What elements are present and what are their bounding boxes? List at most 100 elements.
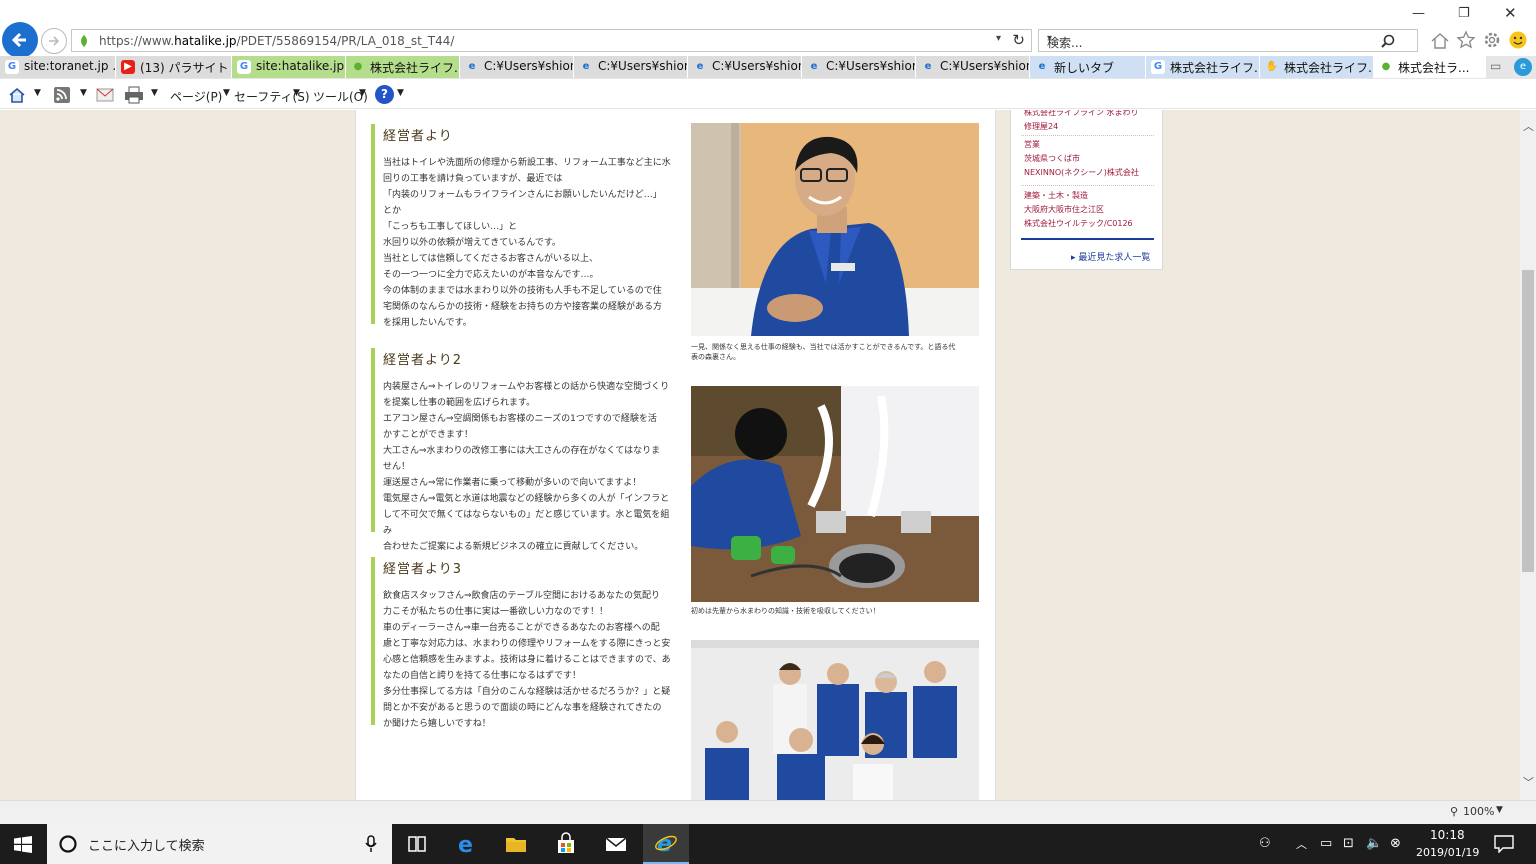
google-icon: G [237,60,251,74]
battery-icon[interactable]: ▭ [1320,836,1332,851]
task-view-icon[interactable] [405,832,429,856]
tab-10[interactable]: G 株式会社ライフ... [1146,56,1260,78]
home-icon[interactable] [1430,31,1450,51]
restore-icon[interactable]: ❐ [1458,6,1470,21]
tab-1[interactable]: ▶ (13) パラサイト イ... [116,56,232,78]
page-menu[interactable]: ページ(P) [170,88,222,105]
google-icon: G [1151,60,1165,74]
hand-icon: ✋ [1265,61,1279,72]
settings-gear-icon[interactable] [1482,30,1502,50]
recent-job-link[interactable]: 建築・土木・製造 大阪府大阪市住之江区 株式会社ウイルテック/C0126 [1024,189,1133,231]
forward-arrow-icon [49,36,60,46]
home-icon[interactable] [8,86,26,104]
tab-7[interactable]: e C:¥Users¥shion... [802,56,916,78]
new-tab-icon[interactable]: ▭ [1490,59,1508,75]
photo-caption: 一見、関係なく思える仕事の経験も、当社では活かすことができるんです。と語る代 表… [691,343,956,361]
chevron-down-icon[interactable]: ▼ [151,88,158,98]
refresh-icon[interactable]: ↻ [1012,31,1025,49]
back-arrow-icon [11,32,26,48]
people-icon[interactable]: ⚇ [1259,836,1271,851]
ie-icon: e [696,61,704,72]
tab-6[interactable]: e C:¥Users¥shion... [688,56,802,78]
tab-label: C:¥Users¥shion... [484,59,573,73]
action-center-icon[interactable] [1494,835,1514,853]
tab-0[interactable]: Gsite:toranet.jp ... [0,56,116,78]
recent-jobs-label: 最近見た求人一覧 [1078,253,1151,263]
mail-icon[interactable] [96,87,114,103]
vertical-scrollbar[interactable]: ︿ ﹀ [1520,110,1536,800]
back-button[interactable] [2,22,38,58]
show-hidden-icons-chevron-icon[interactable]: ︿ [1296,836,1307,852]
print-icon[interactable] [124,86,144,104]
address-url[interactable]: https://www.hatalike.jp/PDET/55869154/PR… [99,34,454,48]
divider [1021,238,1154,240]
tab-label: C:¥Users¥shion... [826,59,915,73]
windows-taskbar: ここに入力して検索 e e ⚇ ︿ ▭ ⊡ 🔈 ⊗ 10:18 2019/01/… [0,824,1536,864]
tab-overflow-icon[interactable]: e [1514,58,1532,76]
hatalike-icon: ● [1381,61,1391,72]
chevron-down-icon[interactable]: ▼ [1496,805,1503,815]
tab-label: C:¥Users¥shion... [712,59,801,73]
google-icon: G [5,60,19,74]
store-icon[interactable] [554,832,578,856]
clock-date[interactable]: 2019/01/19 [1416,846,1479,859]
volume-icon[interactable]: 🔈 [1366,836,1382,851]
edge-icon[interactable]: e [455,832,479,856]
forward-button[interactable] [41,28,67,54]
chevron-down-icon[interactable]: ▼ [397,88,404,98]
file-explorer-icon[interactable] [504,832,528,856]
tab-11[interactable]: ✋ 株式会社ライフ... [1260,56,1374,78]
tab-label: 株式会社ライフ... [370,61,460,75]
help-icon[interactable]: ? [375,85,394,104]
taskbar-search-input[interactable]: ここに入力して検索 [88,835,205,854]
ie-icon: e [810,61,818,72]
mail-icon[interactable] [604,832,628,856]
ie-icon: e [468,61,476,72]
taskbar-ie-active[interactable]: e [643,824,689,864]
recent-job-link[interactable]: 株式会社ライフライン 水まわり 修理屋24 [1024,110,1139,134]
search-box[interactable]: 検索... ▾ [1038,29,1418,52]
article-page: 経営者より 当社はトイレや洗面所の修理から新設工事、リフォーム工事など主に水 回… [355,110,996,800]
tab-2[interactable]: Gsite:hatalike.jp ... [232,56,346,78]
notification-badge-icon[interactable]: ⊗ [1390,836,1401,851]
divider [1021,135,1154,136]
tab-8[interactable]: e C:¥Users¥shion... [916,56,1030,78]
section-message-2: 経営者より2 内装屋さん⇒トイレのリフォームやお客様との話から快適な空間づくり … [371,348,671,552]
rss-feed-icon[interactable] [53,86,71,104]
tab-12-active[interactable]: ● 株式会社ラ... [1374,56,1486,78]
address-dropdown-icon[interactable]: ▾ [996,33,1001,44]
scroll-up-icon[interactable]: ︿ [1523,118,1534,134]
chevron-down-icon[interactable]: ▼ [80,88,87,98]
windows-start-icon[interactable] [14,836,32,853]
tab-9[interactable]: e 新しいタブ [1030,56,1146,78]
scroll-down-icon[interactable]: ﹀ [1523,774,1534,790]
address-bar[interactable]: https://www.hatalike.jp/PDET/55869154/PR… [71,29,1032,52]
tab-3[interactable]: ● 株式会社ライフ... [346,56,460,78]
network-icon[interactable]: ⊡ [1343,836,1354,851]
chevron-down-icon[interactable]: ▼ [34,88,41,98]
recent-jobs-list-link[interactable]: ▸ 最近見た求人一覧 [1071,250,1150,263]
clock-time[interactable]: 10:18 [1430,828,1465,842]
tab-5[interactable]: e C:¥Users¥shion... [574,56,688,78]
internet-explorer-icon: e [655,832,677,855]
zoom-level[interactable]: 100% [1463,805,1494,818]
command-bar: ▼ ▼ ▼ ページ(P) ▼ セーフティ(S) ▼ ツール(O) ▼ ? ▼ [0,80,1536,109]
tab-label: 株式会社ラ... [1398,61,1470,75]
photo-caption: 初めは先輩から水まわりの知識・技術を吸収してください！ [691,607,880,615]
search-dropdown-icon[interactable]: ▾ [1047,33,1411,44]
status-bar: ⚲ 100% ▼ [0,800,1536,824]
tab-label: (13) パラサイト イ... [140,61,231,75]
taskbar-search[interactable]: ここに入力して検索 [47,824,392,864]
scrollbar-thumb[interactable] [1522,270,1534,572]
tab-4[interactable]: e C:¥Users¥shion... [460,56,574,78]
microphone-icon[interactable] [365,835,377,853]
favorites-star-icon[interactable] [1456,30,1476,50]
zoom-icon[interactable]: ⚲ [1450,805,1458,818]
feedback-smiley-icon[interactable] [1508,30,1528,50]
section-message-1: 経営者より 当社はトイレや洗面所の修理から新設工事、リフォーム工事など主に水 回… [371,124,671,328]
tab-label: 新しいタブ [1054,61,1115,75]
page-viewport[interactable]: 経営者より 当社はトイレや洗面所の修理から新設工事、リフォーム工事など主に水 回… [0,110,1520,800]
recent-job-link[interactable]: 営業 茨城県つくば市 NEXINNO(ネクシーノ)株式会社 [1024,138,1139,180]
minimize-icon[interactable]: — [1412,6,1425,21]
close-icon[interactable]: ✕ [1504,4,1517,22]
